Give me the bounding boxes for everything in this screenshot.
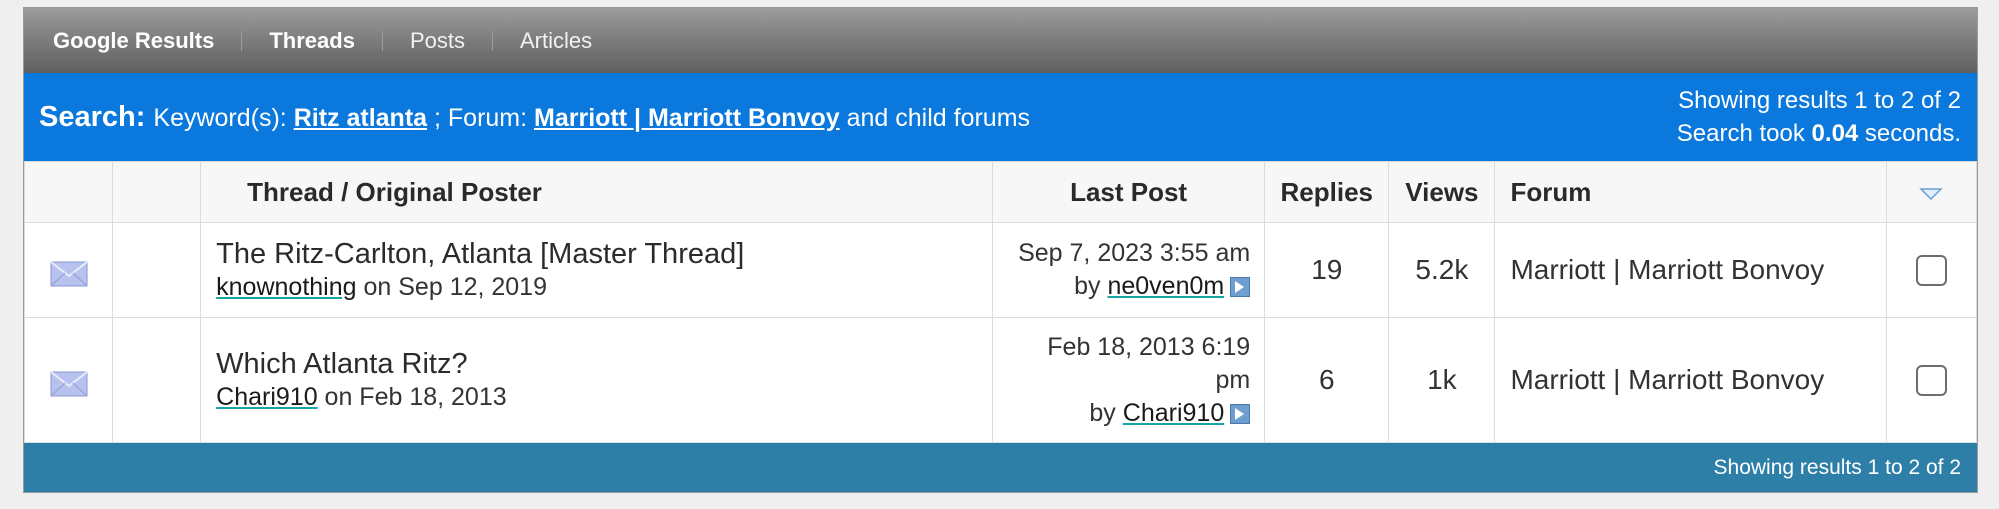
thread-cell: The Ritz-Carlton, Atlanta [Master Thread…: [200, 222, 993, 318]
table-header-row: Thread / Original Poster Last Post Repli…: [23, 161, 1978, 223]
search-summary-bar: Search: Keyword(s): Ritz atlanta ; Forum:…: [24, 73, 1977, 161]
search-label: Search:: [39, 100, 146, 133]
replies-count: 19: [1264, 222, 1390, 318]
forum-link[interactable]: Marriott | Marriott Bonvoy: [1494, 317, 1887, 443]
header-sort-cell[interactable]: [1885, 161, 1978, 223]
footer-results-count: Showing results 1 to 2 of 2: [1713, 455, 1961, 479]
views-count: 1k: [1388, 317, 1496, 443]
header-forum[interactable]: Forum: [1494, 161, 1887, 223]
forum-suffix: and child forums: [839, 103, 1031, 132]
select-cell: [1885, 317, 1978, 443]
forum-link[interactable]: Marriott | Marriott Bonvoy: [1494, 222, 1887, 318]
envelope-icon: [49, 371, 88, 397]
header-last-post[interactable]: Last Post: [991, 161, 1266, 223]
original-poster-link[interactable]: knownothing: [216, 273, 356, 301]
last-post-date: Sep 7, 2023 3:55 am: [1018, 239, 1251, 267]
blank-cell: [112, 222, 202, 318]
status-icon-cell: [23, 222, 114, 318]
search-time-text: Search took 0.04 seconds.: [1676, 120, 1961, 147]
row-checkbox[interactable]: [1915, 364, 1947, 396]
search-time-value: 0.04: [1811, 120, 1859, 147]
thread-title-link[interactable]: The Ritz-Carlton, Atlanta [Master Thread…: [216, 237, 991, 271]
table-row: The Ritz-Carlton, Atlanta [Master Thread…: [23, 222, 1978, 318]
select-cell: [1885, 222, 1978, 318]
tab-threads[interactable]: Threads: [242, 8, 382, 73]
last-post-cell: Sep 7, 2023 3:55 am by ne0ven0m: [991, 222, 1266, 318]
search-stats: Showing results 1 to 2 of 2 Search took …: [1677, 84, 1961, 150]
keyword-prefix: Keyword(s):: [153, 103, 294, 132]
search-results-panel: Google Results Threads Posts Articles Se…: [23, 7, 1978, 493]
tab-articles[interactable]: Articles: [493, 8, 619, 73]
views-count: 5.2k: [1388, 222, 1496, 318]
results-table: Thread / Original Poster Last Post Repli…: [23, 161, 1978, 443]
forum-link[interactable]: Marriott | Marriott Bonvoy: [534, 104, 840, 133]
post-date: on Sep 12, 2019: [356, 273, 547, 301]
header-views[interactable]: Views: [1388, 161, 1496, 223]
results-count-text: Showing results 1 to 2 of 2: [1678, 87, 1961, 114]
post-date: on Feb 18, 2013: [317, 383, 507, 411]
header-icon-cell: [23, 161, 114, 223]
header-blank-cell: [112, 161, 202, 223]
results-tab-bar: Google Results Threads Posts Articles: [24, 8, 1977, 73]
thread-title-link[interactable]: Which Atlanta Ritz?: [216, 347, 991, 381]
last-post-date-cont: pm: [1215, 365, 1251, 394]
forum-prefix: ; Forum:: [427, 103, 535, 132]
row-checkbox[interactable]: [1915, 254, 1947, 286]
table-row: Which Atlanta Ritz? Chari910 on Feb 18, …: [23, 317, 1978, 443]
results-footer: Showing results 1 to 2 of 2: [24, 443, 1977, 492]
status-icon-cell: [23, 317, 114, 443]
original-poster-link[interactable]: Chari910: [216, 383, 317, 411]
last-post-cell: Feb 18, 2013 6:19 pm by Chari910: [991, 317, 1266, 443]
thread-cell: Which Atlanta Ritz? Chari910 on Feb 18, …: [200, 317, 993, 443]
tab-posts[interactable]: Posts: [383, 8, 492, 73]
goto-post-icon[interactable]: [1230, 277, 1251, 297]
sort-triangle-icon[interactable]: [1919, 186, 1944, 202]
header-replies[interactable]: Replies: [1264, 161, 1390, 223]
header-thread[interactable]: Thread / Original Poster: [200, 161, 993, 223]
keyword-link[interactable]: Ritz atlanta: [294, 104, 427, 133]
blank-cell: [112, 317, 202, 443]
last-post-date: Feb 18, 2013 6:19: [1047, 332, 1251, 361]
tab-google-results[interactable]: Google Results: [53, 8, 241, 73]
search-criteria: Search: Keyword(s): Ritz atlanta ; Forum:…: [39, 101, 1030, 134]
last-poster-link[interactable]: Chari910: [1123, 399, 1224, 427]
replies-count: 6: [1264, 317, 1390, 443]
envelope-icon: [49, 261, 88, 287]
last-poster-link[interactable]: ne0ven0m: [1107, 272, 1224, 300]
goto-post-icon[interactable]: [1230, 403, 1251, 424]
